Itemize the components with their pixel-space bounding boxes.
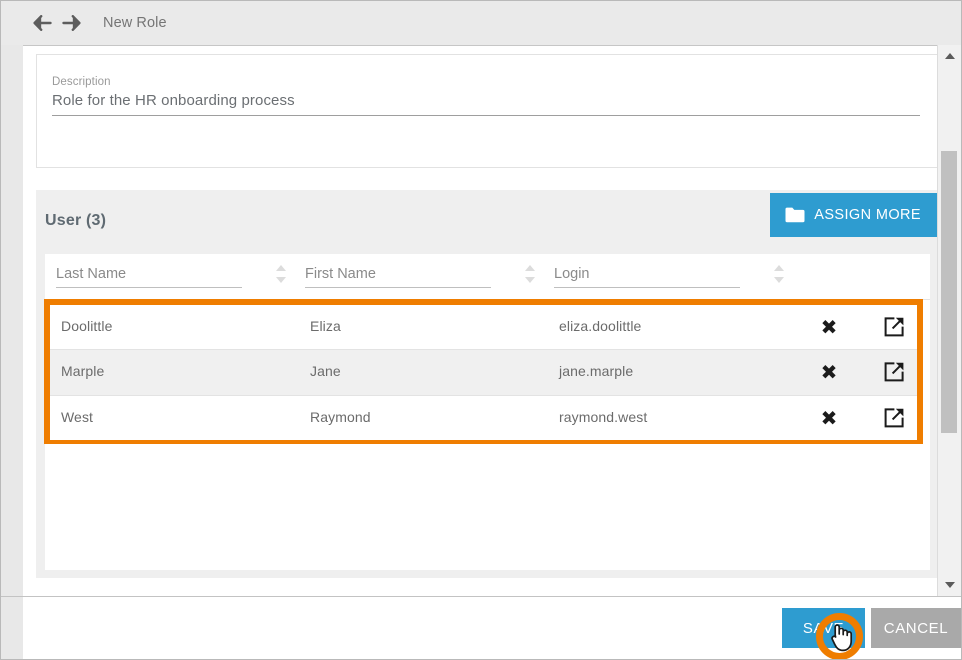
remove-x-glyph: ✖ <box>821 408 838 428</box>
table-row[interactable]: Doolittle Eliza eliza.doolittle ✖ <box>50 305 917 350</box>
filter-cell-login <box>554 265 740 288</box>
scrollbar-thumb[interactable] <box>941 151 957 433</box>
external-link-icon[interactable] <box>880 404 908 432</box>
left-gutter <box>1 45 23 596</box>
sort-ascending-icon <box>774 265 784 271</box>
external-link-icon[interactable] <box>880 358 908 386</box>
sort-descending-icon <box>276 277 286 283</box>
scroll-down-triangle <box>945 582 955 588</box>
external-link-icon[interactable] <box>880 313 908 341</box>
search-input-login[interactable] <box>554 266 740 288</box>
search-input-last-name[interactable] <box>56 266 242 288</box>
sort-ascending-icon <box>525 265 535 271</box>
description-card: Description Role for the HR onboarding p… <box>36 54 939 168</box>
sort-toggle-login[interactable] <box>773 265 784 283</box>
remove-x-icon[interactable]: ✖ <box>815 358 843 386</box>
application-window: New Role Description Role for the HR onb… <box>0 0 962 660</box>
forward-arrow-icon[interactable] <box>60 12 82 34</box>
assign-more-label: ASSIGN MORE <box>814 207 921 223</box>
page-title: New Role <box>103 15 167 31</box>
remove-x-glyph: ✖ <box>821 362 838 382</box>
rows-highlight-annotation: Doolittle Eliza eliza.doolittle ✖ <box>44 299 923 444</box>
cell-first-name: Jane <box>310 363 341 379</box>
filter-cell-last-name <box>56 265 242 288</box>
filter-cell-first-name <box>305 265 491 288</box>
description-input[interactable]: Role for the HR onboarding process <box>52 92 920 116</box>
scrollable-form-area: Description Role for the HR onboarding p… <box>23 45 939 596</box>
user-panel: User (3) ASSIGN MORE <box>36 190 939 578</box>
remove-x-icon[interactable]: ✖ <box>815 404 843 432</box>
description-label: Description <box>52 76 920 88</box>
vertical-scrollbar[interactable] <box>937 45 961 596</box>
scroll-up-triangle <box>945 53 955 59</box>
scroll-down-arrow-icon[interactable] <box>938 576 961 594</box>
description-field-group: Description Role for the HR onboarding p… <box>52 76 920 116</box>
folder-icon <box>785 207 805 223</box>
save-button[interactable]: SAVE <box>782 608 865 648</box>
table-row[interactable]: Marple Jane jane.marple ✖ <box>50 350 917 395</box>
user-panel-header: User (3) ASSIGN MORE <box>36 190 939 254</box>
cancel-button[interactable]: CANCEL <box>871 608 961 648</box>
sort-descending-icon <box>774 277 784 283</box>
table-row[interactable]: West Raymond raymond.west ✖ <box>50 396 917 440</box>
cell-login: jane.marple <box>559 363 633 379</box>
user-panel-title: User (3) <box>45 212 106 230</box>
cell-login: eliza.doolittle <box>559 318 641 334</box>
content-region: Description Role for the HR onboarding p… <box>1 45 961 596</box>
cell-login: raymond.west <box>559 409 647 425</box>
sort-ascending-icon <box>276 265 286 271</box>
cell-last-name: Marple <box>61 363 104 379</box>
cell-first-name: Raymond <box>310 409 371 425</box>
cell-last-name: Doolittle <box>61 318 112 334</box>
remove-x-glyph: ✖ <box>821 317 838 337</box>
table-filter-row <box>45 254 930 300</box>
footer-left-gutter <box>1 597 23 660</box>
scroll-up-arrow-icon[interactable] <box>938 47 961 65</box>
remove-x-icon[interactable]: ✖ <box>815 313 843 341</box>
back-arrow-icon[interactable] <box>31 12 53 34</box>
assign-more-button[interactable]: ASSIGN MORE <box>770 193 939 237</box>
footer-action-bar: SAVE CANCEL <box>1 596 961 659</box>
cell-last-name: West <box>61 409 93 425</box>
sort-descending-icon <box>525 277 535 283</box>
user-table: Doolittle Eliza eliza.doolittle ✖ <box>45 254 930 570</box>
sort-toggle-last-name[interactable] <box>275 265 286 283</box>
top-navigation-bar: New Role <box>1 1 961 45</box>
search-input-first-name[interactable] <box>305 266 491 288</box>
cell-first-name: Eliza <box>310 318 341 334</box>
sort-toggle-first-name[interactable] <box>524 265 535 283</box>
